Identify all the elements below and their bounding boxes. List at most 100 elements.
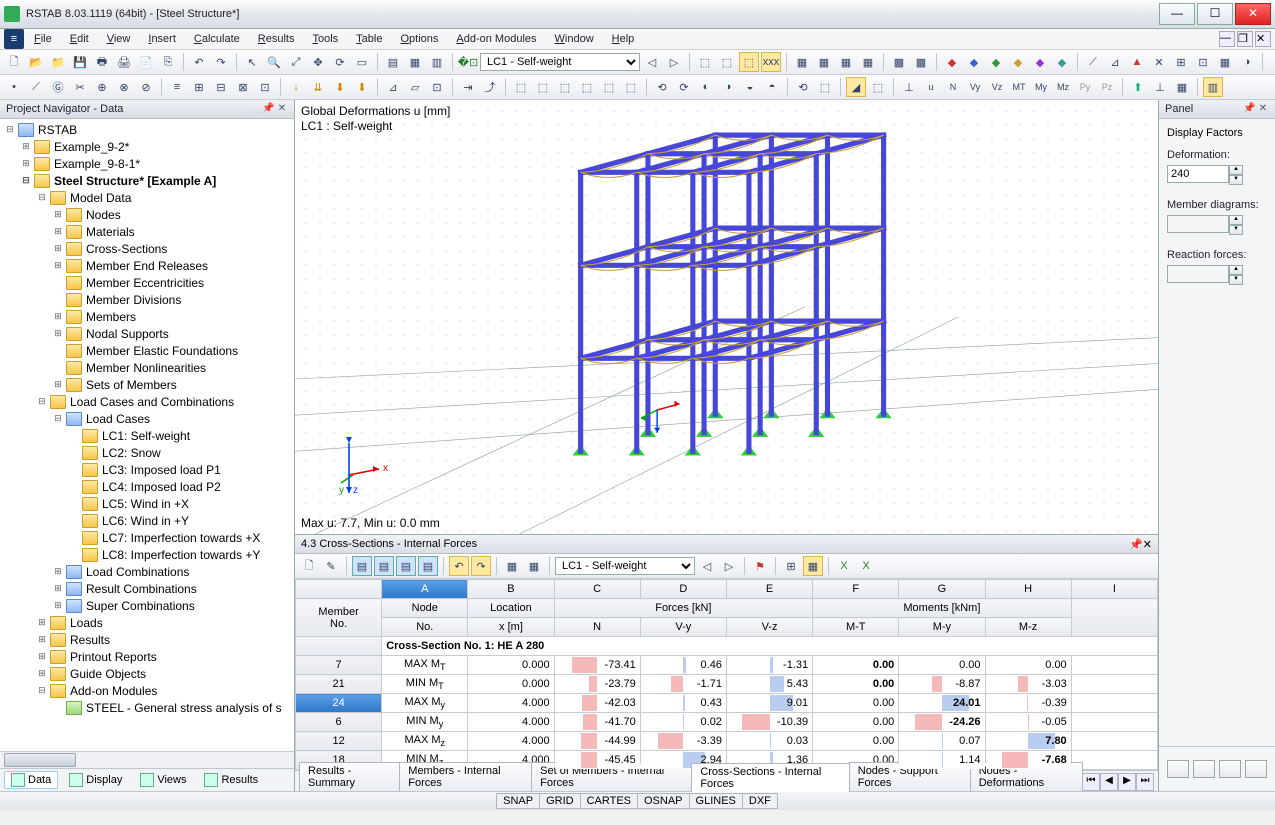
s6-icon[interactable]: ▱ — [405, 77, 425, 97]
pan-icon[interactable]: ✥ — [308, 52, 328, 72]
zoomwin-icon[interactable]: 🔍 — [264, 52, 284, 72]
tree-item[interactable]: ⊟RSTAB — [0, 121, 294, 138]
tree-item[interactable]: ⊞Example_9-2* — [0, 138, 294, 155]
react-down-icon[interactable]: ▼ — [1229, 275, 1243, 285]
m1-icon[interactable]: ▦ — [792, 52, 812, 72]
d4-icon[interactable]: ✕ — [1149, 52, 1169, 72]
tree-item[interactable]: ⊞Nodal Supports — [0, 325, 294, 342]
tree-item[interactable]: Member Divisions — [0, 291, 294, 308]
r10-icon[interactable]: ⊟ — [211, 77, 231, 97]
menu-calculate[interactable]: Calculate — [186, 31, 248, 47]
tree-item[interactable]: LC4: Imposed load P2 — [0, 478, 294, 495]
e1-icon[interactable]: ▮ — [1268, 52, 1275, 72]
tree-item[interactable]: ⊞Guide Objects — [0, 665, 294, 682]
tree-item[interactable]: ⊟Add-on Modules — [0, 682, 294, 699]
g1-icon[interactable]: ▩ — [889, 52, 909, 72]
status-glines[interactable]: GLINES — [689, 793, 743, 809]
tree-item[interactable]: ⊟Load Cases — [0, 410, 294, 427]
my-icon[interactable]: My — [1031, 77, 1051, 97]
g2-icon[interactable]: ▩ — [911, 52, 931, 72]
navigator-hscroll[interactable] — [0, 751, 294, 768]
maximize-button[interactable]: ☐ — [1197, 3, 1233, 25]
d8-icon[interactable]: ◑ — [1237, 52, 1257, 72]
copy-icon[interactable]: ⎘ — [158, 52, 178, 72]
d3-icon[interactable]: ▲ — [1127, 52, 1147, 72]
v3-icon[interactable]: ⬚ — [555, 77, 575, 97]
saveall-icon[interactable]: 🖶 — [92, 52, 112, 72]
mt-icon[interactable]: MT — [1009, 77, 1029, 97]
gflag-icon[interactable]: ⚑ — [750, 556, 770, 576]
result-tab[interactable]: Results - Summary — [299, 762, 400, 791]
r7-icon[interactable]: ⊘ — [136, 77, 156, 97]
tree-item[interactable]: LC5: Wind in +X — [0, 495, 294, 512]
close-panel-icon[interactable]: ✕ — [276, 103, 288, 115]
r5-icon[interactable]: ⊕ — [92, 77, 112, 97]
c4-icon[interactable]: ◆ — [1008, 52, 1028, 72]
tab-prev-icon[interactable]: ◀ — [1100, 773, 1118, 791]
panel-close-icon[interactable]: ✕ — [1257, 103, 1269, 115]
tree-item[interactable]: LC2: Snow — [0, 444, 294, 461]
s2-icon[interactable]: ⇊ — [308, 77, 328, 97]
pf3-icon[interactable] — [1219, 760, 1241, 778]
aa1-icon[interactable]: ⬆ — [1128, 77, 1148, 97]
grid-pin-icon[interactable]: 📌 — [1129, 539, 1143, 551]
react-up-icon[interactable]: ▲ — [1229, 265, 1243, 275]
tree-item[interactable]: ⊟Model Data — [0, 189, 294, 206]
memdiag-input[interactable] — [1167, 215, 1229, 233]
pz-icon[interactable]: Pz — [1097, 77, 1117, 97]
lc-next-icon[interactable]: ▷ — [664, 52, 684, 72]
gk2-icon[interactable]: ▦ — [803, 556, 823, 576]
tab-last-icon[interactable]: ⏭ — [1136, 773, 1154, 791]
tree-item[interactable]: ⊞Load Combinations — [0, 563, 294, 580]
w5-icon[interactable]: ◒ — [740, 77, 760, 97]
r2-icon[interactable]: ⟋ — [26, 77, 46, 97]
status-snap[interactable]: SNAP — [496, 793, 540, 809]
list1-icon[interactable]: ▤ — [383, 52, 403, 72]
close-button[interactable]: ✕ — [1235, 3, 1271, 25]
tree-item[interactable]: ⊟Steel Structure* [Example A] — [0, 172, 294, 189]
nav-tab-results[interactable]: Results — [197, 771, 265, 789]
gedit-icon[interactable]: ✎ — [321, 556, 341, 576]
menu-window[interactable]: Window — [547, 31, 602, 47]
menu-file[interactable]: File — [26, 31, 60, 47]
r11-icon[interactable]: ⊠ — [233, 77, 253, 97]
gu1-icon[interactable]: ↶ — [449, 556, 469, 576]
c5-icon[interactable]: ◆ — [1030, 52, 1050, 72]
menu-edit[interactable]: Edit — [62, 31, 97, 47]
m2-icon[interactable]: ▦ — [814, 52, 834, 72]
select-icon[interactable]: ↖ — [242, 52, 262, 72]
gk1-icon[interactable]: ⊞ — [781, 556, 801, 576]
v6-icon[interactable]: ⬚ — [621, 77, 641, 97]
gu2-icon[interactable]: ↷ — [471, 556, 491, 576]
open2-icon[interactable]: 📁 — [48, 52, 68, 72]
y1-icon[interactable]: ◢ — [846, 77, 866, 97]
tree-item[interactable]: ⊞Cross-Sections — [0, 240, 294, 257]
d7-icon[interactable]: ▦ — [1215, 52, 1235, 72]
s7-icon[interactable]: ⊡ — [427, 77, 447, 97]
tree-item[interactable]: ⊞Members — [0, 308, 294, 325]
t3-icon[interactable]: ⬚ — [739, 52, 759, 72]
s9-icon[interactable]: ⤴ — [480, 77, 500, 97]
panel-pin-icon[interactable]: 📌 — [1243, 103, 1255, 115]
zoomall-icon[interactable]: ⤢ — [286, 52, 306, 72]
list2-icon[interactable]: ▦ — [405, 52, 425, 72]
grid-lc-combo[interactable]: LC1 - Self-weight — [555, 557, 695, 575]
new-icon[interactable]: 🗋 — [4, 52, 24, 72]
status-cartes[interactable]: CARTES — [580, 793, 638, 809]
v5-icon[interactable]: ⬚ — [599, 77, 619, 97]
tree-item[interactable]: ⊞Example_9-8-1* — [0, 155, 294, 172]
x2-icon[interactable]: ⬚ — [815, 77, 835, 97]
rotate-icon[interactable]: ⟳ — [330, 52, 350, 72]
d2-icon[interactable]: ⊿ — [1105, 52, 1125, 72]
results-grid[interactable]: ABCDEFGHIMemberNo.NodeLocationForces [kN… — [295, 579, 1158, 770]
pf2-icon[interactable] — [1193, 760, 1215, 778]
gxls2-icon[interactable]: X — [856, 556, 876, 576]
mdi-minimize-icon[interactable]: — — [1219, 31, 1235, 47]
r1-icon[interactable]: • — [4, 77, 24, 97]
tree-item[interactable]: ⊞Loads — [0, 614, 294, 631]
t1-icon[interactable]: ⬚ — [695, 52, 715, 72]
navigator-tree[interactable]: ⊟RSTAB⊞Example_9-2*⊞Example_9-8-1*⊟Steel… — [0, 119, 294, 751]
result-tab[interactable]: Cross-Sections - Internal Forces — [691, 763, 849, 792]
w3-icon[interactable]: ◐ — [696, 77, 716, 97]
vz-icon[interactable]: Vz — [987, 77, 1007, 97]
